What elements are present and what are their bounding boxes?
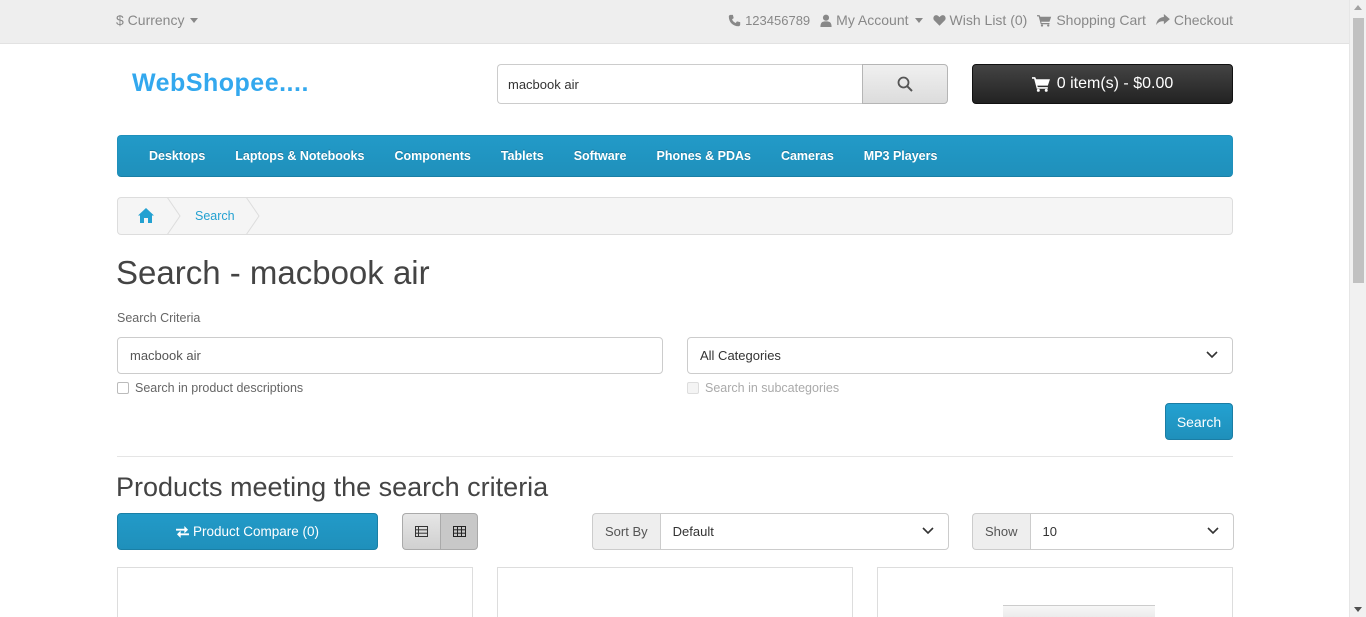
shopping-cart-label: Shopping Cart — [1056, 12, 1146, 28]
scroll-down-arrow[interactable] — [1354, 607, 1362, 612]
menu-item-laptops[interactable]: Laptops & Notebooks — [220, 149, 379, 163]
checkout-label: Checkout — [1173, 12, 1233, 28]
header-search — [497, 64, 948, 104]
grid-view-button[interactable] — [440, 513, 478, 550]
category-value: All Categories — [700, 348, 781, 363]
menu-item-cameras[interactable]: Cameras — [766, 149, 849, 163]
search-subcategories-option[interactable]: Search in subcategories — [687, 381, 839, 395]
list-view-button[interactable] — [402, 513, 440, 550]
results-title: Products meeting the search criteria — [116, 472, 549, 502]
cart-icon — [1037, 14, 1052, 27]
share-icon — [1155, 14, 1170, 26]
menu-item-phones[interactable]: Phones & PDAs — [641, 149, 765, 163]
menu-item-tablets[interactable]: Tablets — [486, 149, 559, 163]
chevron-down-icon — [1206, 351, 1218, 359]
grid-icon — [452, 526, 466, 537]
shopping-cart-link[interactable]: Shopping Cart — [1037, 12, 1146, 28]
phone-number: 123456789 — [745, 12, 811, 28]
home-icon[interactable] — [137, 207, 155, 224]
menu-item-components[interactable]: Components — [379, 149, 485, 163]
wish-list-label: Wish List (0) — [949, 12, 1028, 28]
my-account-link[interactable]: My Account — [820, 12, 923, 28]
page-title: Search - macbook air — [116, 254, 430, 291]
limit-value: 10 — [1042, 524, 1057, 539]
phone-link[interactable]: 123456789 — [728, 12, 810, 28]
product-card[interactable] — [117, 567, 473, 617]
cart-icon — [1031, 77, 1050, 92]
breadcrumb-separator — [245, 197, 260, 235]
page-scrollbar[interactable] — [1349, 0, 1366, 617]
scroll-up-arrow[interactable] — [1354, 5, 1362, 10]
divider — [117, 456, 1233, 457]
search-icon — [897, 76, 913, 92]
product-card[interactable] — [497, 567, 853, 617]
search-description-label: Search in product descriptions — [135, 381, 304, 395]
search-criteria-label: Search Criteria — [117, 311, 201, 325]
limit-select[interactable]: 10 — [1029, 513, 1234, 550]
breadcrumb: Search — [117, 197, 1233, 235]
sort-select[interactable]: Default — [659, 513, 949, 550]
header-search-button[interactable] — [862, 64, 948, 104]
search-subcategories-checkbox[interactable] — [687, 382, 699, 394]
user-icon — [820, 14, 832, 27]
product-compare-label: Product Compare (0) — [192, 524, 320, 539]
breadcrumb-search[interactable]: Search — [195, 209, 235, 223]
product-compare-button[interactable]: Product Compare (0) — [117, 513, 378, 550]
top-links: 123456789 My Account Wish List (0) Shopp… — [728, 12, 1233, 28]
scrollbar-thumb[interactable] — [1353, 18, 1364, 283]
main-menu: Desktops Laptops & Notebooks Components … — [117, 135, 1233, 177]
heart-icon — [932, 15, 946, 26]
show-label: Show — [972, 513, 1030, 550]
search-description-checkbox[interactable] — [117, 382, 129, 394]
sort-control: Sort By Default — [592, 513, 949, 550]
sort-value: Default — [672, 524, 714, 539]
search-field[interactable]: macbook air — [117, 337, 663, 374]
currency-label: $ Currency — [116, 12, 185, 28]
product-card[interactable] — [877, 567, 1233, 617]
my-account-label: My Account — [836, 12, 909, 28]
chevron-down-icon — [1206, 527, 1219, 535]
top-bar: $ Currency 123456789 My Account Wish Lis… — [0, 0, 1349, 44]
product-image[interactable] — [1003, 605, 1155, 617]
menu-item-software[interactable]: Software — [559, 149, 642, 163]
breadcrumb-separator — [166, 197, 181, 235]
checkout-link[interactable]: Checkout — [1155, 12, 1233, 28]
site-logo[interactable]: WebShopee.... — [132, 69, 309, 98]
menu-item-mp3-players[interactable]: MP3 Players — [849, 149, 953, 163]
phone-icon — [728, 14, 741, 26]
search-button[interactable]: Search — [1165, 403, 1233, 440]
search-subcategories-label: Search in subcategories — [705, 381, 840, 395]
list-icon — [415, 526, 428, 537]
sort-label: Sort By — [592, 513, 660, 550]
header-search-input[interactable] — [497, 64, 862, 104]
wish-list-link[interactable]: Wish List (0) — [932, 12, 1028, 28]
chevron-down-icon — [922, 527, 934, 535]
exchange-icon — [176, 525, 189, 538]
search-description-option[interactable]: Search in product descriptions — [117, 381, 303, 395]
caret-down-icon — [190, 17, 199, 23]
limit-control: Show 10 — [972, 513, 1234, 550]
cart-total: 0 item(s) - $0.00 — [1056, 75, 1174, 92]
view-toggle — [402, 513, 478, 550]
currency-dropdown[interactable]: $ Currency — [116, 12, 199, 28]
caret-down-icon — [914, 17, 923, 23]
category-select[interactable]: All Categories — [687, 337, 1233, 374]
cart-button[interactable]: 0 item(s) - $0.00 — [972, 64, 1233, 104]
menu-item-desktops[interactable]: Desktops — [134, 149, 220, 163]
